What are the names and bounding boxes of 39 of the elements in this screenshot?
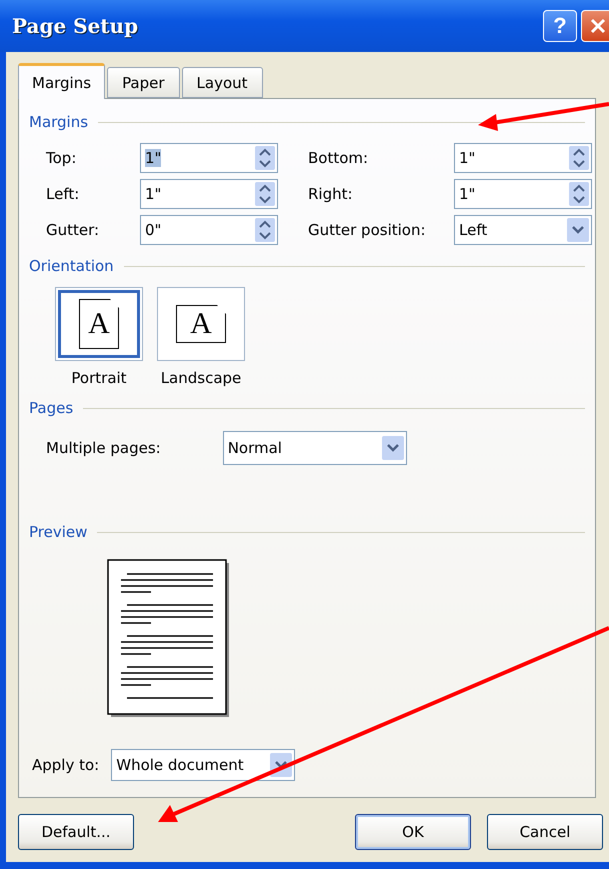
- section-heading: Margins: [29, 113, 88, 131]
- dialog-button[interactable]: Cancel: [487, 814, 603, 850]
- spin-icon[interactable]: [569, 182, 589, 206]
- spin-icon[interactable]: [255, 182, 275, 206]
- tab[interactable]: Margins: [18, 63, 106, 99]
- option-label: Portrait: [71, 369, 127, 387]
- section-heading: Preview: [29, 523, 88, 541]
- dialog-button[interactable]: OK: [355, 814, 471, 850]
- spin-field[interactable]: 1": [140, 179, 278, 209]
- spin-field[interactable]: 0": [140, 215, 278, 245]
- landscape-button[interactable]: A: [157, 287, 245, 361]
- field-label: Right:: [308, 185, 354, 203]
- tab[interactable]: Paper: [107, 67, 180, 98]
- spin-field[interactable]: 1": [454, 143, 592, 173]
- field-label: Gutter:: [46, 221, 100, 239]
- field-label: Apply to:: [32, 756, 100, 774]
- field-label: Multiple pages:: [46, 439, 161, 457]
- section-heading: Pages: [29, 399, 74, 417]
- close-icon: [589, 17, 607, 35]
- window-title: Page Setup: [12, 14, 138, 38]
- field-label: Top:: [46, 149, 78, 167]
- option-label: Landscape: [160, 369, 242, 387]
- close-button[interactable]: [581, 10, 609, 42]
- spin-icon[interactable]: [255, 146, 275, 170]
- dropdown[interactable]: Normal: [222, 431, 407, 465]
- help-button[interactable]: ?: [543, 10, 577, 42]
- spin-icon[interactable]: [255, 218, 275, 242]
- section-heading: Orientation: [29, 257, 114, 275]
- spin-field[interactable]: 1": [140, 143, 278, 173]
- field-label: Gutter position:: [308, 221, 427, 239]
- dropdown[interactable]: Whole document: [111, 749, 296, 781]
- spin-icon[interactable]: [569, 146, 589, 170]
- tab[interactable]: Layout: [182, 67, 263, 98]
- spin-field[interactable]: 1": [454, 179, 592, 209]
- dialog-button[interactable]: Default...: [18, 814, 134, 850]
- portrait-button[interactable]: A: [55, 287, 143, 361]
- dropdown[interactable]: Left: [454, 215, 592, 245]
- field-label: Left:: [46, 185, 80, 203]
- field-label: Bottom:: [308, 149, 370, 167]
